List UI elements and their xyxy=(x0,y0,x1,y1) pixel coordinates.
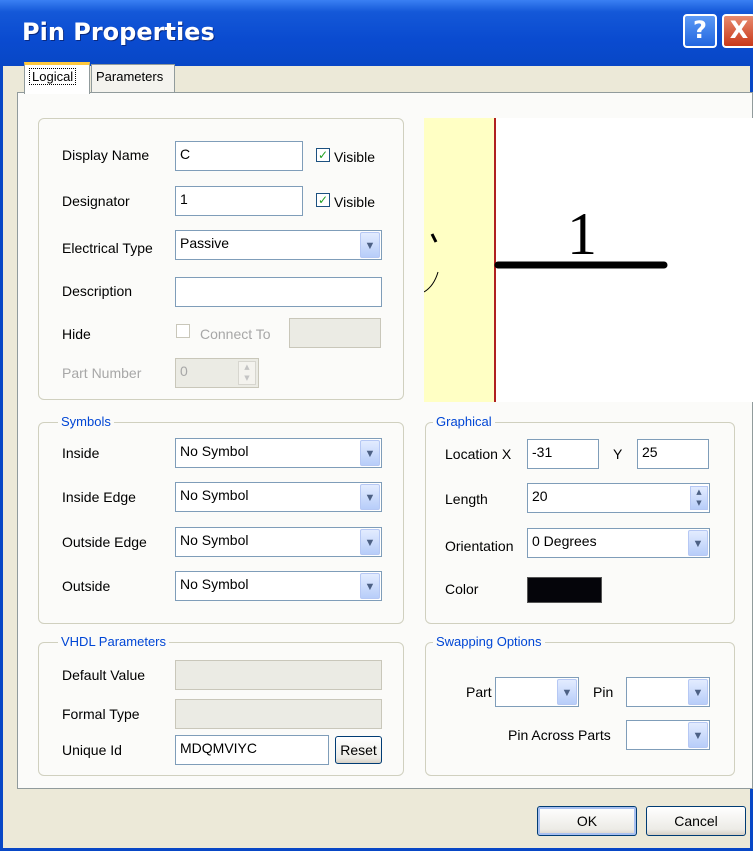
part-number-label: Part Number xyxy=(62,365,142,381)
spin-down-icon[interactable]: ▼ xyxy=(239,373,255,384)
inside-value: No Symbol xyxy=(180,443,249,459)
unique-id-input[interactable]: MDQMVIYC xyxy=(175,735,329,765)
chevron-down-icon[interactable]: ▼ xyxy=(688,679,708,705)
location-x-input[interactable]: -31 xyxy=(527,439,599,469)
chevron-down-icon[interactable]: ▼ xyxy=(688,722,708,748)
outside-edge-select[interactable]: No Symbol ▼ xyxy=(175,527,382,557)
display-name-visible-checkbox[interactable]: ✓ xyxy=(316,148,330,162)
pin-across-parts-select[interactable]: ▼ xyxy=(626,720,710,750)
inside-select[interactable]: No Symbol ▼ xyxy=(175,438,382,468)
location-x-label: Location X xyxy=(445,446,512,462)
chevron-down-icon[interactable]: ▼ xyxy=(360,529,380,555)
ok-button[interactable]: OK xyxy=(537,806,637,836)
swapping-options-group xyxy=(425,642,735,776)
vhdl-parameters-title: VHDL Parameters xyxy=(58,634,169,649)
tab-logical[interactable]: Logical xyxy=(24,62,90,94)
reset-button[interactable]: Reset xyxy=(335,736,382,764)
pin-across-parts-label: Pin Across Parts xyxy=(508,727,611,743)
designator-visible-checkbox[interactable]: ✓ xyxy=(316,193,330,207)
length-spinner[interactable]: 20 xyxy=(527,483,710,513)
formal-type-label: Formal Type xyxy=(62,706,140,722)
default-value-label: Default Value xyxy=(62,667,146,683)
unique-id-label: Unique Id xyxy=(62,742,122,758)
connect-to-input[interactable] xyxy=(289,318,381,348)
orientation-value: 0 Degrees xyxy=(532,533,597,549)
inside-edge-select[interactable]: No Symbol ▼ xyxy=(175,482,382,512)
designator-label: Designator xyxy=(62,193,130,209)
color-swatch[interactable] xyxy=(527,577,602,603)
cancel-button[interactable]: Cancel xyxy=(646,806,746,836)
length-label: Length xyxy=(445,491,488,507)
chevron-down-icon[interactable]: ▼ xyxy=(360,573,380,599)
designator-visible-label: Visible xyxy=(334,194,375,210)
spin-up-icon[interactable]: ▲ xyxy=(691,487,707,498)
spin-up-icon[interactable]: ▲ xyxy=(239,362,255,373)
pin-number-text: 1 xyxy=(567,201,597,267)
designator-input[interactable]: 1 xyxy=(175,186,303,216)
description-label: Description xyxy=(62,283,133,299)
part-select[interactable]: ▼ xyxy=(495,677,579,707)
outside-edge-value: No Symbol xyxy=(180,532,249,548)
chevron-down-icon[interactable]: ▼ xyxy=(688,530,708,556)
part-label: Part xyxy=(466,684,492,700)
chevron-down-icon[interactable]: ▼ xyxy=(360,440,380,466)
outside-label: Outside xyxy=(62,578,111,594)
default-value-input[interactable] xyxy=(175,660,382,690)
location-y-input[interactable]: 25 xyxy=(637,439,709,469)
display-name-label: Display Name xyxy=(62,147,150,163)
length-spin-icon[interactable]: ▲ ▼ xyxy=(690,486,708,510)
tab-logical-label: Logical xyxy=(29,68,77,85)
tab-parameters[interactable]: Parameters xyxy=(91,64,175,92)
chevron-down-icon[interactable]: ▼ xyxy=(557,679,577,705)
pin-graphic: 1 xyxy=(424,201,668,293)
inside-label: Inside xyxy=(62,445,100,461)
outside-value: No Symbol xyxy=(180,576,249,592)
window-title: Pin Properties xyxy=(22,18,215,46)
inside-edge-label: Inside Edge xyxy=(62,489,136,505)
graphical-group-title: Graphical xyxy=(433,414,495,429)
description-input[interactable] xyxy=(175,277,382,307)
chevron-down-icon[interactable]: ▼ xyxy=(360,484,380,510)
outside-select[interactable]: No Symbol ▼ xyxy=(175,571,382,601)
pin-preview: 1 xyxy=(424,118,753,402)
spin-down-icon[interactable]: ▼ xyxy=(691,498,707,509)
electrical-type-label: Electrical Type xyxy=(62,240,153,256)
inside-edge-value: No Symbol xyxy=(180,487,249,503)
electrical-type-value: Passive xyxy=(180,235,230,251)
outside-edge-label: Outside Edge xyxy=(62,534,147,550)
hide-label: Hide xyxy=(62,326,91,342)
display-name-visible-label: Visible xyxy=(334,149,375,165)
orientation-select[interactable]: 0 Degrees ▼ xyxy=(527,528,710,558)
color-label: Color xyxy=(445,581,479,597)
electrical-type-select[interactable]: Passive ▼ xyxy=(175,230,382,260)
swapping-options-title: Swapping Options xyxy=(433,634,545,649)
chevron-down-icon[interactable]: ▼ xyxy=(360,232,380,258)
part-number-spin-icon[interactable]: ▲ ▼ xyxy=(238,361,256,385)
formal-type-input[interactable] xyxy=(175,699,382,729)
orientation-label: Orientation xyxy=(445,538,514,554)
pin-label: Pin xyxy=(593,684,614,700)
display-name-input[interactable]: C xyxy=(175,141,303,171)
hide-checkbox[interactable] xyxy=(176,324,190,338)
symbols-group-title: Symbols xyxy=(58,414,114,429)
pin-select[interactable]: ▼ xyxy=(626,677,710,707)
help-button[interactable]: ? xyxy=(683,14,717,48)
close-button[interactable]: X xyxy=(722,14,753,48)
connect-to-label: Connect To xyxy=(200,326,271,342)
location-y-label: Y xyxy=(613,446,623,462)
